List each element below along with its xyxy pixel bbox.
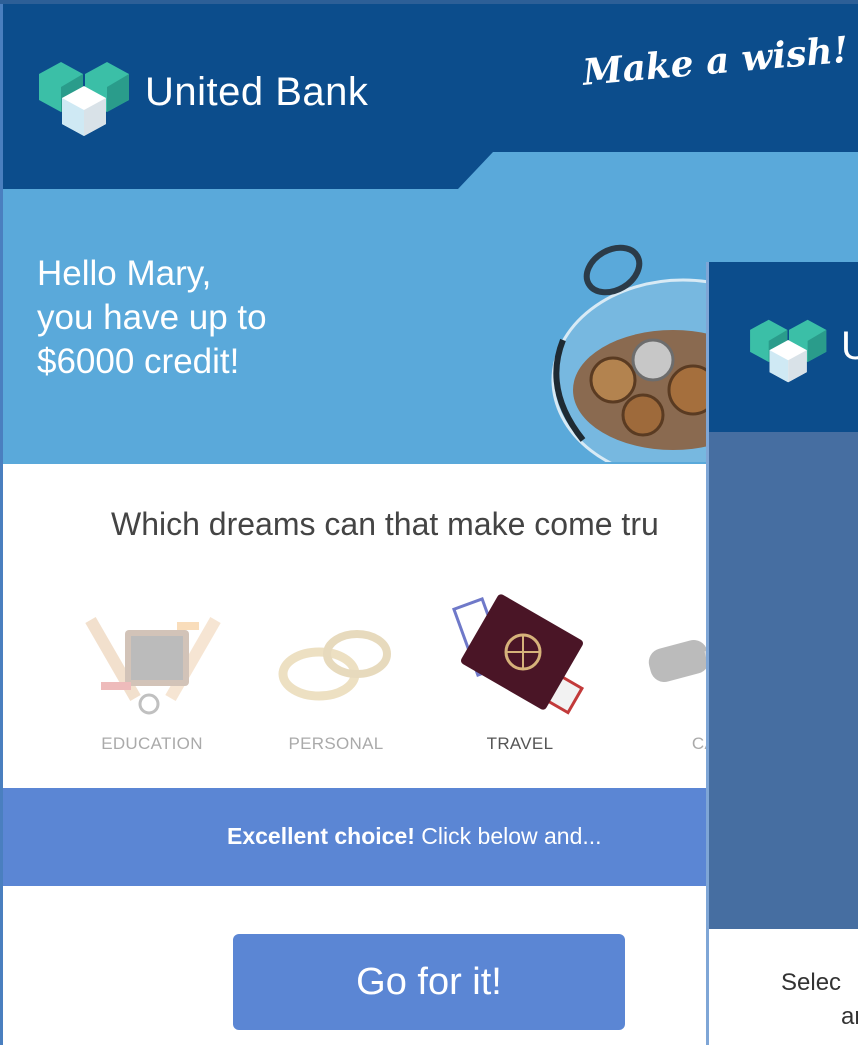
overlay-brand: U [841, 324, 858, 369]
choice-rest: Click below and... [414, 823, 602, 849]
greeting: Hello Mary, you have up to $6000 credit! [37, 252, 457, 384]
greeting-line-1: Hello Mary, [37, 254, 212, 293]
category-label-personal: PERSONAL [288, 734, 384, 753]
brand-name: United Bank [145, 70, 369, 114]
category-travel[interactable]: TRAVEL [435, 594, 605, 754]
greeting-line-2: you have up to [37, 298, 267, 337]
rings-icon [278, 630, 391, 701]
overlay-select-text: Selec ar [781, 966, 858, 1034]
category-label-travel: TRAVEL [486, 734, 554, 753]
education-icon [85, 617, 221, 715]
passport-icon [452, 594, 585, 715]
choice-text: Excellent choice! Click below and... [227, 823, 602, 850]
category-personal[interactable]: PERSONAL [251, 594, 421, 754]
dreams-question: Which dreams can that make come tru [111, 506, 659, 542]
category-education[interactable]: EDUCATION [67, 594, 237, 754]
overlay-select-line-1: Selec [781, 969, 842, 996]
overlay-card: U Selec ar [706, 262, 858, 1045]
overlay-logo-icon [750, 319, 827, 383]
greeting-line-3: $6000 credit! [37, 342, 240, 381]
category-label-education: EDUCATION [101, 734, 203, 753]
logo-icon [39, 62, 129, 136]
overlay-select-line-2: ar [841, 1003, 858, 1030]
go-for-it-button[interactable]: Go for it! [233, 934, 625, 1030]
overlay-card-body [709, 432, 858, 929]
choice-bold: Excellent choice! [227, 823, 415, 849]
